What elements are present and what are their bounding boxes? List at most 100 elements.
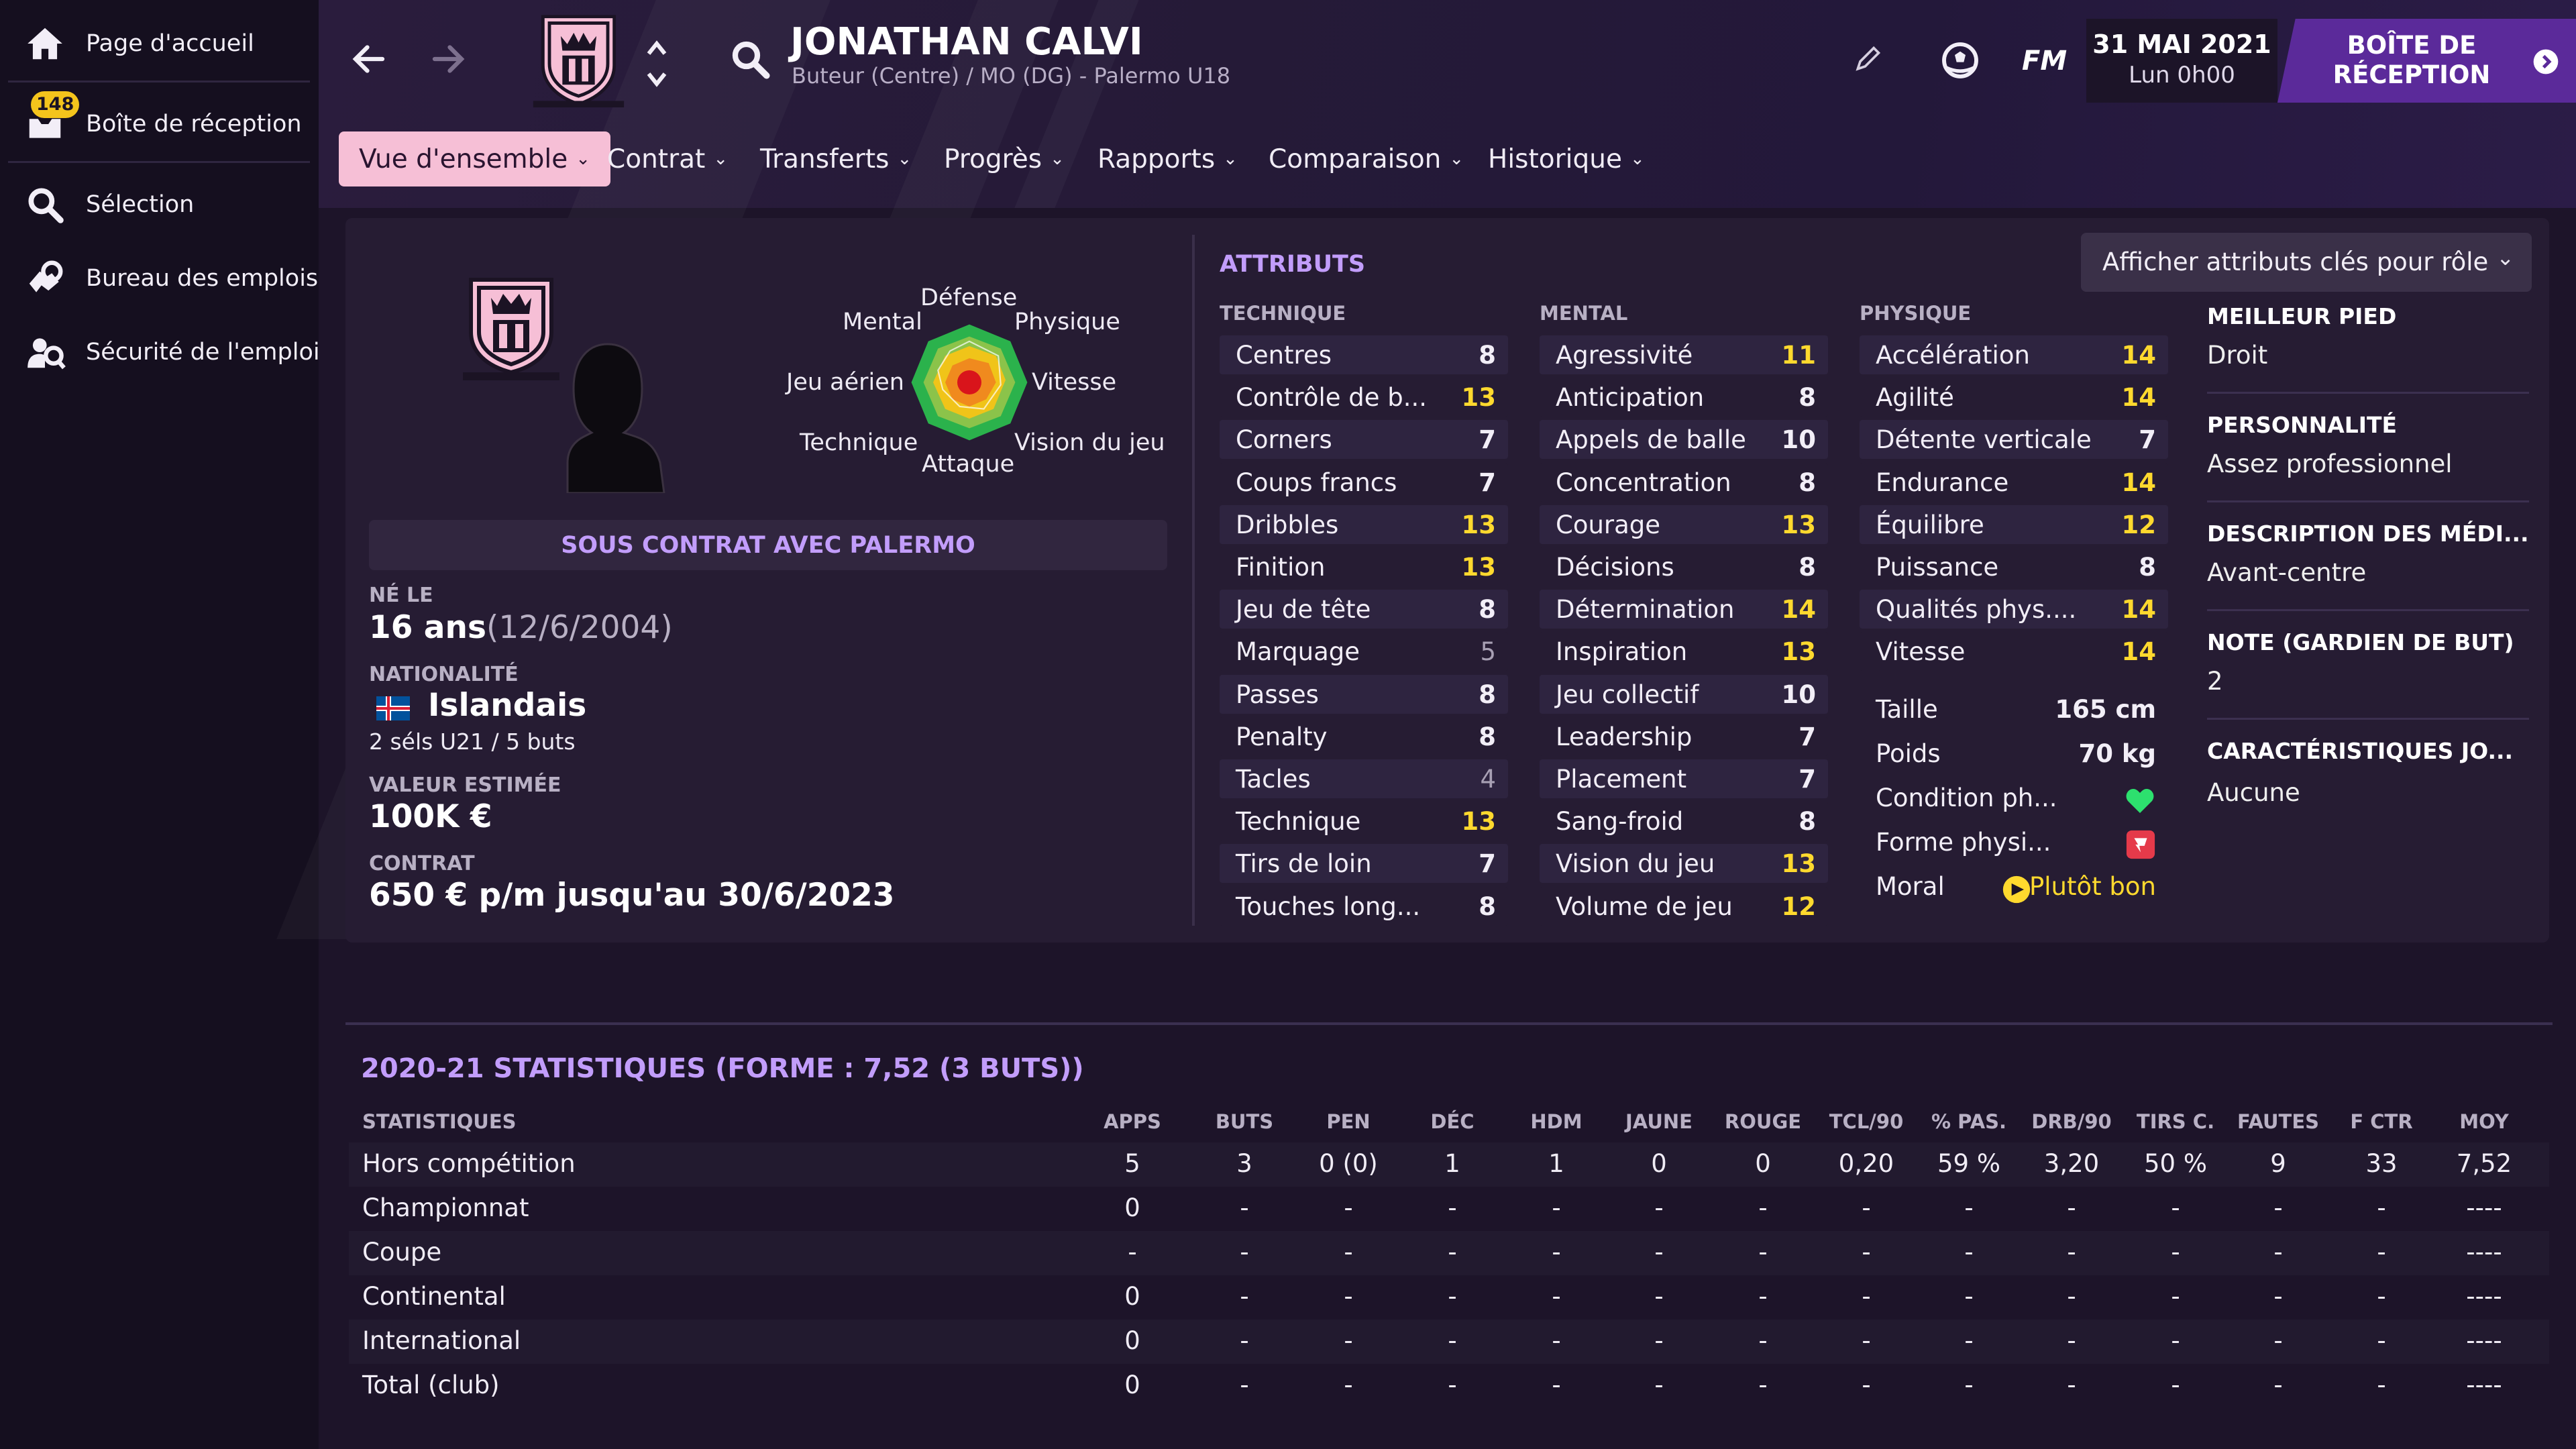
attribute-row[interactable]: Décisions 8 — [1540, 547, 1828, 586]
stats-cell: 9 — [2270, 1149, 2286, 1178]
stats-column-header[interactable]: APPS — [1085, 1110, 1179, 1133]
attribute-value: 10 — [1781, 680, 1817, 709]
attribute-row[interactable]: Détermination 14 — [1540, 590, 1828, 629]
stats-column-header[interactable]: PEN — [1301, 1110, 1395, 1133]
attribute-row[interactable]: Agressivité 11 — [1540, 335, 1828, 374]
stats-column-header[interactable]: HDM — [1509, 1110, 1603, 1133]
attribute-row[interactable]: Tacles 4 — [1220, 759, 1508, 798]
attribute-row[interactable]: Sang-froid 8 — [1540, 802, 1828, 841]
stats-cell: 3 — [1236, 1149, 1252, 1178]
sidebar-item-jobs[interactable]: Bureau des emplois — [0, 241, 318, 315]
player-switch-icon[interactable] — [643, 34, 671, 94]
attribute-row[interactable]: Dribbles 13 — [1220, 504, 1508, 544]
stats-column-header[interactable]: DÉC — [1405, 1110, 1499, 1133]
stats-cell: 3,20 — [2043, 1149, 2100, 1178]
attribute-row[interactable]: Vision du jeu 13 — [1540, 844, 1828, 883]
inbox-button-label: BOÎTE DE RÉCEPTION — [2332, 31, 2491, 89]
tab-overview[interactable]: Vue d'ensemble ⌄ — [339, 131, 611, 186]
attribute-row[interactable]: Leadership 7 — [1540, 716, 1828, 756]
attribute-row[interactable]: Courage 13 — [1540, 504, 1828, 544]
attribute-row[interactable]: Qualités phys.... 14 — [1860, 590, 2168, 629]
stats-cell: - — [2377, 1238, 2386, 1267]
attribute-row[interactable]: Finition 13 — [1220, 547, 1508, 586]
attribute-row[interactable]: Passes 8 — [1220, 674, 1508, 714]
chevron-down-icon: ⌄ — [1629, 149, 1645, 169]
attribute-row[interactable]: Touches long... 8 — [1220, 886, 1508, 926]
attribute-row[interactable]: Puissance 8 — [1860, 547, 2168, 586]
search-icon[interactable] — [728, 37, 772, 81]
sidebar-item-label: Bureau des emplois — [86, 265, 319, 292]
stats-column-header[interactable]: % PAS. — [1922, 1110, 2016, 1133]
tab-reports[interactable]: Rapports ⌄ — [1097, 131, 1238, 186]
attribute-row[interactable]: Tirs de loin 7 — [1220, 844, 1508, 883]
attribute-row[interactable]: Accélération 14 — [1860, 335, 2168, 374]
stats-column-header[interactable]: F CTR — [2334, 1110, 2428, 1133]
attribute-row[interactable]: Anticipation 8 — [1540, 378, 1828, 417]
stats-cell: - — [1758, 1282, 1768, 1311]
role-attributes-dropdown[interactable]: Afficher attributs clés pour rôle ⌄ — [2081, 233, 2532, 292]
date-box[interactable]: 31 MAI 2021 Lun 0h00 — [2086, 19, 2277, 103]
attribute-value: 8 — [1799, 383, 1816, 413]
stats-column-header[interactable]: TIRS C. — [2129, 1110, 2222, 1133]
stats-column-header[interactable]: JAUNE — [1612, 1110, 1706, 1133]
stats-cell: - — [1654, 1193, 1664, 1222]
stats-column-header[interactable]: ROUGE — [1716, 1110, 1810, 1133]
inbox-continue-button[interactable]: BOÎTE DE RÉCEPTION — [2277, 19, 2576, 103]
attribute-row[interactable]: Centres 8 — [1220, 335, 1508, 374]
globe-football-icon[interactable] — [1939, 39, 1982, 82]
attribute-row[interactable]: Technique 13 — [1220, 802, 1508, 841]
edit-pencil-icon[interactable] — [1853, 44, 1882, 74]
tab-progress[interactable]: Progrès ⌄ — [944, 131, 1065, 186]
born-label: NÉ LE — [369, 584, 433, 607]
forward-arrow-icon[interactable] — [428, 39, 468, 79]
radar-label-defense: Défense — [920, 284, 1018, 311]
attribute-row[interactable]: Corners 7 — [1220, 420, 1508, 460]
stats-cell: 0 — [1651, 1149, 1667, 1178]
stats-column-header[interactable]: DRB/90 — [2025, 1110, 2118, 1133]
attribute-row[interactable]: Concentration 8 — [1540, 462, 1828, 502]
fm-logo[interactable]: FM — [2022, 46, 2067, 76]
tab-transfers[interactable]: Transferts ⌄ — [760, 131, 912, 186]
attribute-row[interactable]: Inspiration 13 — [1540, 632, 1828, 672]
stats-cell: 0 — [1124, 1282, 1140, 1311]
attribute-value: 8 — [1799, 807, 1816, 837]
stats-column-header[interactable]: MOY — [2437, 1110, 2531, 1133]
attribute-name: Placement — [1556, 765, 1687, 794]
attribute-row[interactable]: Placement 7 — [1540, 759, 1828, 798]
attribute-row[interactable]: Volume de jeu 12 — [1540, 886, 1828, 926]
attribute-value: 8 — [2139, 553, 2156, 582]
player-portrait-icon — [463, 278, 665, 493]
sidebar-item-job-security[interactable]: Sécurité de l'emploi — [0, 315, 320, 389]
attribute-row[interactable]: Agilité 14 — [1860, 378, 2168, 417]
continue-arrow-icon — [2533, 49, 2559, 74]
stats-column-header[interactable]: BUTS — [1197, 1110, 1291, 1133]
attribute-row[interactable]: Détente verticale 7 — [1860, 420, 2168, 460]
attribute-value: 13 — [1461, 807, 1497, 837]
attribute-name: Agilité — [1876, 383, 1954, 413]
stats-column-header[interactable]: TCL/90 — [1819, 1110, 1913, 1133]
attribute-row[interactable]: Appels de balle 10 — [1540, 420, 1828, 460]
tab-contract[interactable]: Contrat ⌄ — [607, 131, 728, 186]
sidebar-item-selection[interactable]: Sélection — [0, 168, 312, 241]
back-arrow-icon[interactable] — [349, 39, 389, 79]
stats-column-header[interactable]: FAUTES — [2231, 1110, 2325, 1133]
stats-cell: - — [1552, 1371, 1561, 1399]
attribute-name: Tacles — [1236, 765, 1311, 794]
attribute-row[interactable]: Marquage 5 — [1220, 632, 1508, 672]
sidebar-item-home[interactable]: Page d'accueil — [0, 7, 312, 80]
attribute-row[interactable]: Penalty 8 — [1220, 716, 1508, 756]
attribute-row[interactable]: Jeu collectif 10 — [1540, 674, 1828, 714]
stats-cell: - — [1240, 1326, 1249, 1355]
attribute-row[interactable]: Contrôle de b... 13 — [1220, 378, 1508, 417]
tab-history[interactable]: Historique ⌄ — [1488, 131, 1645, 186]
attribute-row[interactable]: Jeu de tête 8 — [1220, 590, 1508, 629]
attribute-row[interactable]: Coups francs 7 — [1220, 462, 1508, 502]
stats-cell: 1 — [1444, 1149, 1460, 1178]
tab-comparison[interactable]: Comparaison ⌄ — [1269, 131, 1464, 186]
attribute-name: Volume de jeu — [1556, 892, 1733, 921]
attribute-row[interactable]: Équilibre 12 — [1860, 504, 2168, 544]
stats-row-label: Hors compétition — [362, 1149, 576, 1178]
attribute-row[interactable]: Endurance 14 — [1860, 462, 2168, 502]
attribute-row[interactable]: Vitesse 14 — [1860, 632, 2168, 672]
stats-cell: 59 % — [1937, 1149, 2000, 1178]
